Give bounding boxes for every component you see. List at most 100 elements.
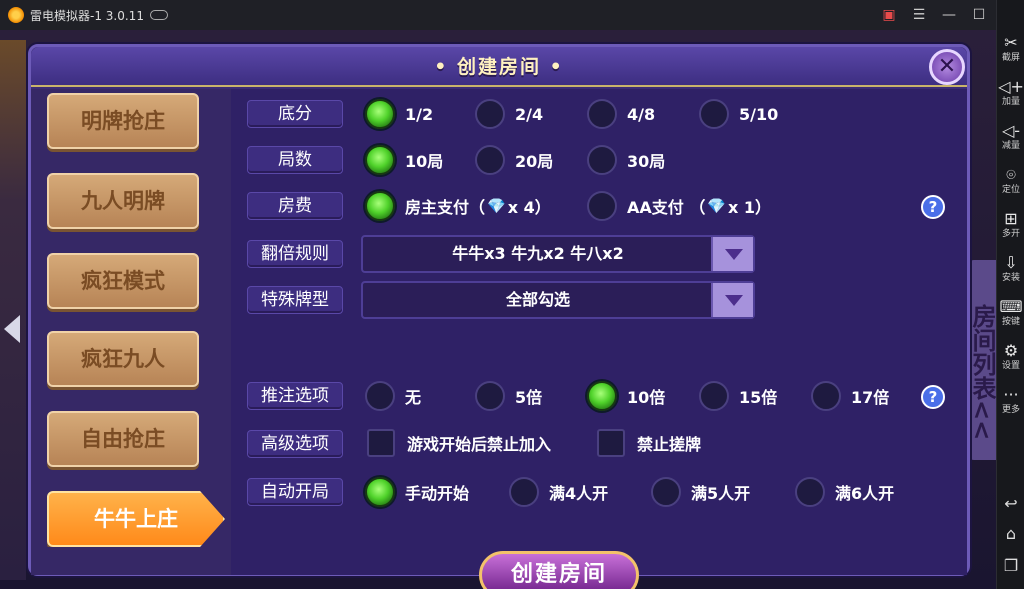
rounds-row: 局数 [247,145,343,175]
radio[interactable] [509,477,539,507]
mode-sidebar: 明牌抢庄 九人明牌 疯狂模式 疯狂九人 自由抢庄 牛牛上庄 [31,89,231,575]
gamepad-icon[interactable] [149,10,168,20]
rounds-label: 局数 [247,146,343,174]
gift-icon[interactable]: ▣ [874,0,904,30]
radio-selected[interactable] [365,191,395,221]
advanced-option-no-join[interactable]: 游戏开始后禁止加入 [367,429,551,457]
install-apk-button[interactable]: ⇩ 安装 [997,254,1024,284]
background-left-panel [0,40,26,580]
radio-selected[interactable] [365,477,395,507]
radio[interactable] [475,99,505,129]
volume-down-icon: ◁- [1001,121,1021,140]
bet-option[interactable]: 无 [365,381,421,411]
radio[interactable] [699,381,729,411]
diamond-icon: 💎 [707,197,727,215]
location-icon: ⌾ [1006,165,1016,184]
screenshot-button[interactable]: ✂ 截屏 [997,34,1024,64]
auto-start-option[interactable]: 手动开始 [365,477,469,507]
chevron-down-icon[interactable] [711,283,753,317]
radio[interactable] [365,381,395,411]
settings-icon: ⚙ [1003,341,1019,360]
recent-apps-icon[interactable]: ❐ [997,556,1024,575]
auto-start-option[interactable]: 满5人开 [651,477,750,507]
fee-row: 房费 [247,191,343,221]
settings-button[interactable]: ⚙ 设置 [997,342,1024,372]
radio[interactable] [811,381,841,411]
volume-up-button[interactable]: ◁+ 加量 [997,78,1024,108]
chevron-down-icon[interactable] [711,237,753,271]
home-icon[interactable]: ⌂ [997,524,1024,543]
bet-option[interactable]: 17倍 [811,381,889,411]
dialog-header: • 创建房间 • ✕ [31,47,967,87]
create-room-dialog: • 创建房间 • ✕ 明牌抢庄 九人明牌 疯狂模式 疯狂九人 自由抢庄 牛牛上庄… [28,44,970,589]
radio-selected[interactable] [365,99,395,129]
radio[interactable] [651,477,681,507]
base-score-option[interactable]: 2/4 [475,99,543,129]
base-score-option[interactable]: 5/10 [699,99,778,129]
location-button[interactable]: ⌾ 定位 [997,166,1024,196]
multi-open-icon: ⊞ [1004,209,1018,228]
fee-help-icon[interactable]: ? [921,195,945,219]
create-room-button[interactable]: 创建房间 [479,551,639,589]
bet-row: 推注选项 [247,381,343,411]
radio[interactable] [699,99,729,129]
rounds-option[interactable]: 20局 [475,145,553,175]
menu-icon[interactable]: ☰ [904,0,934,30]
radio[interactable] [587,191,617,221]
special-dropdown[interactable]: 全部勾选 [361,281,755,319]
more-button[interactable]: ··· 更多 [997,386,1024,416]
apk-install-icon: ⇩ [1004,253,1018,272]
mode-tab-mingpai-qiangzhuang[interactable]: 明牌抢庄 [47,93,199,149]
auto-start-option[interactable]: 满4人开 [509,477,608,507]
base-score-option[interactable]: 4/8 [587,99,655,129]
minimize-icon[interactable]: — [934,0,964,30]
bet-option[interactable]: 5倍 [475,381,542,411]
rounds-option[interactable]: 30局 [587,145,665,175]
auto-start-label: 自动开局 [247,478,343,506]
mode-tab-niuniu-shangzhuang[interactable]: 牛牛上庄 [47,491,225,547]
fee-label: 房费 [247,192,343,220]
multi-open-button[interactable]: ⊞ 多开 [997,210,1024,240]
double-rule-label: 翻倍规则 [247,240,343,268]
radio[interactable] [587,99,617,129]
volume-down-button[interactable]: ◁- 减量 [997,122,1024,152]
room-list-tab[interactable]: 房间列表<< [968,260,996,460]
radio-selected[interactable] [587,381,617,411]
special-label: 特殊牌型 [247,286,343,314]
base-score-option[interactable]: 1/2 [365,99,433,129]
window-titlebar: 雷电模拟器-1 3.0.11 ▣ ☰ — ☐ ✕ [0,0,1024,30]
radio[interactable] [587,145,617,175]
checkbox[interactable] [597,429,625,457]
bet-option[interactable]: 15倍 [699,381,777,411]
double-rule-dropdown[interactable]: 牛牛x3 牛九x2 牛八x2 [361,235,755,273]
mode-tab-fengkuang-moshi[interactable]: 疯狂模式 [47,253,199,309]
left-arrow-icon[interactable] [4,315,20,343]
auto-start-row: 自动开局 [247,477,343,507]
keymap-button[interactable]: ⌨ 按键 [997,298,1024,328]
scissors-icon: ✂ [1004,33,1018,52]
special-value: 全部勾选 [505,290,570,309]
mode-tab-ziyou-qiangzhuang[interactable]: 自由抢庄 [47,411,199,467]
bet-help-icon[interactable]: ? [921,385,945,409]
back-icon[interactable]: ↩ [997,494,1024,513]
base-score-label: 底分 [247,100,343,128]
bet-option[interactable]: 10倍 [587,381,665,411]
bet-label: 推注选项 [247,382,343,410]
mode-tab-jiuren-mingpai[interactable]: 九人明牌 [47,173,199,229]
radio[interactable] [475,145,505,175]
maximize-icon[interactable]: ☐ [964,0,994,30]
app-logo-icon [8,7,24,23]
rounds-option[interactable]: 10局 [365,145,443,175]
diamond-icon: 💎 [487,197,506,215]
checkbox[interactable] [367,429,395,457]
auto-start-option[interactable]: 满6人开 [795,477,894,507]
radio[interactable] [795,477,825,507]
radio-selected[interactable] [365,145,395,175]
fee-option-aa[interactable]: AA支付 （ 💎 x 1） [587,191,771,221]
advanced-option-no-squeeze[interactable]: 禁止搓牌 [597,429,701,457]
close-dialog-button[interactable]: ✕ [929,49,965,85]
game-viewport: 房间列表<< • 创建房间 • ✕ 明牌抢庄 九人明牌 疯狂模式 疯狂九人 自由… [0,30,996,589]
radio[interactable] [475,381,505,411]
fee-option-owner[interactable]: 房主支付（ 💎 x 4） [365,191,551,221]
mode-tab-fengkuang-jiuren[interactable]: 疯狂九人 [47,331,199,387]
